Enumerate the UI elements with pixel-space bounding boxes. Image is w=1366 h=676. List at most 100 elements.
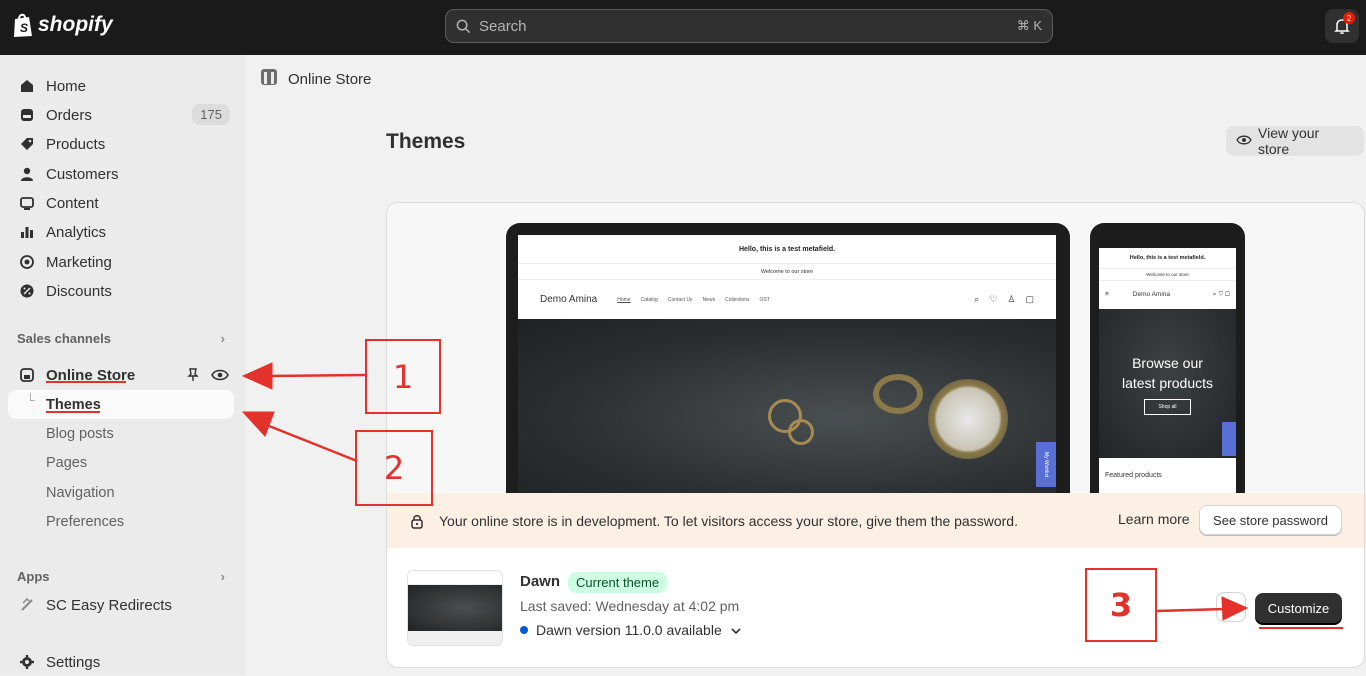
mobile-shop-all-button: Shop all (1144, 399, 1191, 415)
apps-label: Apps (17, 569, 50, 584)
sidebar-item-label: Content (46, 194, 99, 212)
gear-icon (8, 654, 46, 670)
svg-text:S: S (20, 21, 28, 35)
thumb-header (408, 571, 502, 585)
chevron-down-icon (730, 622, 742, 638)
preview-store-nav: Demo Amina Home Catalog Contact Us News Coll… (518, 279, 1056, 319)
search-placeholder: Search (479, 17, 527, 35)
sidebar-sub-navigation[interactable]: Navigation (46, 485, 115, 501)
sidebar: Home Orders 175 Products Customers Conte… (0, 55, 246, 675)
sidebar-item-label: Products (46, 135, 106, 153)
mobile-brand: Demo Amina (1132, 291, 1171, 298)
orders-icon (8, 107, 46, 123)
orders-count-badge: 175 (192, 104, 230, 125)
sidebar-item-marketing[interactable]: Marketing (8, 248, 236, 276)
sales-channels-label: Sales channels (17, 331, 111, 346)
brand-name: shopify (38, 13, 113, 36)
search-input[interactable]: Search ⌘ K (445, 9, 1053, 43)
sidebar-item-analytics[interactable]: Analytics (8, 218, 236, 246)
sidebar-item-label: Analytics (46, 223, 107, 241)
sidebar-item-home[interactable]: Home (8, 72, 236, 100)
thumb-hero (408, 585, 502, 631)
mobile-featured-label: Featured products (1105, 472, 1162, 479)
preview-nav-link: Catalog (640, 296, 658, 303)
themes-active-highlight (8, 390, 234, 419)
sidebar-item-label: Discounts (46, 282, 112, 300)
version-update[interactable]: Dawn version 11.0.0 available (520, 622, 742, 638)
mobile-hero-line1: Browse our (1132, 355, 1203, 371)
customize-button[interactable]: Customize (1255, 593, 1342, 623)
search-icon (456, 19, 471, 34)
more-actions-button[interactable] (1216, 592, 1246, 622)
store-icon (8, 367, 46, 383)
sidebar-sub-pages[interactable]: Pages (46, 455, 87, 471)
apps-header[interactable]: Apps › (17, 569, 233, 584)
mobile-screen: Hello, this is a test metafield. Welcome… (1099, 248, 1236, 498)
preview-nav-link: News (702, 296, 716, 303)
sidebar-item-label: Orders (46, 106, 92, 124)
home-icon (8, 78, 46, 94)
mobile-hero: Browse our latest products Shop all (1099, 309, 1236, 458)
sidebar-item-products[interactable]: Products (8, 130, 236, 158)
desktop-screen: Hello, this is a test metafield. Welcome… (518, 235, 1056, 498)
sidebar-sub-blog-posts[interactable]: Blog posts (46, 426, 114, 442)
view-store-button[interactable]: View your store (1226, 125, 1364, 157)
wishlist-tab: My Wishlist (1036, 442, 1056, 487)
tree-branch-icon: └ (26, 393, 35, 407)
sidebar-item-content[interactable]: Content (8, 189, 236, 217)
eye-icon[interactable] (211, 368, 229, 386)
sidebar-item-settings[interactable]: Settings (8, 648, 236, 676)
mobile-welcome: Welcome to our store (1099, 268, 1236, 280)
preview-nav-link: Contact Us (667, 296, 693, 303)
page-title: Themes (386, 130, 466, 153)
sidebar-item-discounts[interactable]: Discounts (8, 277, 236, 305)
sidebar-item-orders[interactable]: Orders 175 (8, 101, 236, 129)
preview-nav-link: Home (617, 296, 631, 303)
preview-header-icons: ⌕ ♡ ♙ ▢ (974, 294, 1034, 305)
store-icon (260, 68, 278, 90)
top-bar: S shopify Search ⌘ K 2 (0, 0, 1366, 55)
preview-announcement: Hello, this is a test metafield. (738, 245, 836, 253)
mobile-wishlist-tab (1222, 422, 1236, 456)
view-store-label: View your store (1258, 125, 1320, 157)
breadcrumb-label: Online Store (288, 70, 372, 88)
sidebar-item-online-store[interactable]: Online Store (8, 361, 236, 389)
themes-underline (46, 411, 100, 413)
sidebar-item-customers[interactable]: Customers (8, 160, 236, 188)
account-icon: ♙ (1007, 294, 1016, 304)
shopify-logo[interactable]: S shopify (12, 12, 113, 38)
see-store-password-button[interactable]: See store password (1199, 505, 1342, 535)
preview-hero-image: My Wishlist (518, 319, 1056, 498)
sidebar-item-label: Marketing (46, 253, 112, 271)
lock-icon (409, 513, 425, 529)
app-item-label: SC Easy Redirects (46, 596, 172, 614)
mobile-preview: Hello, this is a test metafield. Welcome… (1090, 223, 1245, 498)
banner-text: Your online store is in development. To … (439, 512, 1018, 529)
theme-thumbnail (407, 570, 503, 646)
annotation-step-3: 3 (1085, 568, 1157, 642)
sidebar-item-label: Home (46, 77, 87, 95)
mobile-hero-line2: latest products (1121, 375, 1214, 391)
preview-nav-links: Home Catalog Contact Us News Collections OST (617, 297, 780, 303)
development-banner: Your online store is in development. To … (387, 493, 1364, 548)
learn-more-link[interactable]: Learn more (1118, 511, 1190, 527)
ring-shape (788, 419, 814, 445)
preview-welcome: Welcome to our store (518, 263, 1056, 279)
redirect-app-icon (8, 597, 46, 613)
pin-icon[interactable] (186, 367, 200, 387)
annotation-step-1: 1 (365, 339, 441, 414)
breadcrumb[interactable]: Online Store (260, 68, 371, 90)
mobile-nav: ≡ Demo Amina ⌕ ♡ ▢ (1099, 280, 1236, 308)
watch-shape (928, 379, 1008, 459)
mobile-hero-text: Browse our latest products (1099, 353, 1236, 393)
sales-channels-header[interactable]: Sales channels › (17, 331, 233, 346)
notifications-button[interactable]: 2 (1325, 9, 1359, 43)
search-shortcut: ⌘ K (1016, 18, 1042, 33)
person-icon (8, 166, 46, 182)
shopify-bag-icon: S (14, 13, 32, 37)
theme-name: Dawn (520, 573, 561, 590)
last-saved-text: Last saved: Wednesday at 4:02 pm (520, 598, 740, 614)
theme-card: Hello, this is a test metafield. Welcome… (386, 202, 1365, 668)
sidebar-sub-preferences[interactable]: Preferences (46, 514, 124, 530)
sidebar-item-sc-easy-redirects[interactable]: SC Easy Redirects (8, 591, 236, 619)
